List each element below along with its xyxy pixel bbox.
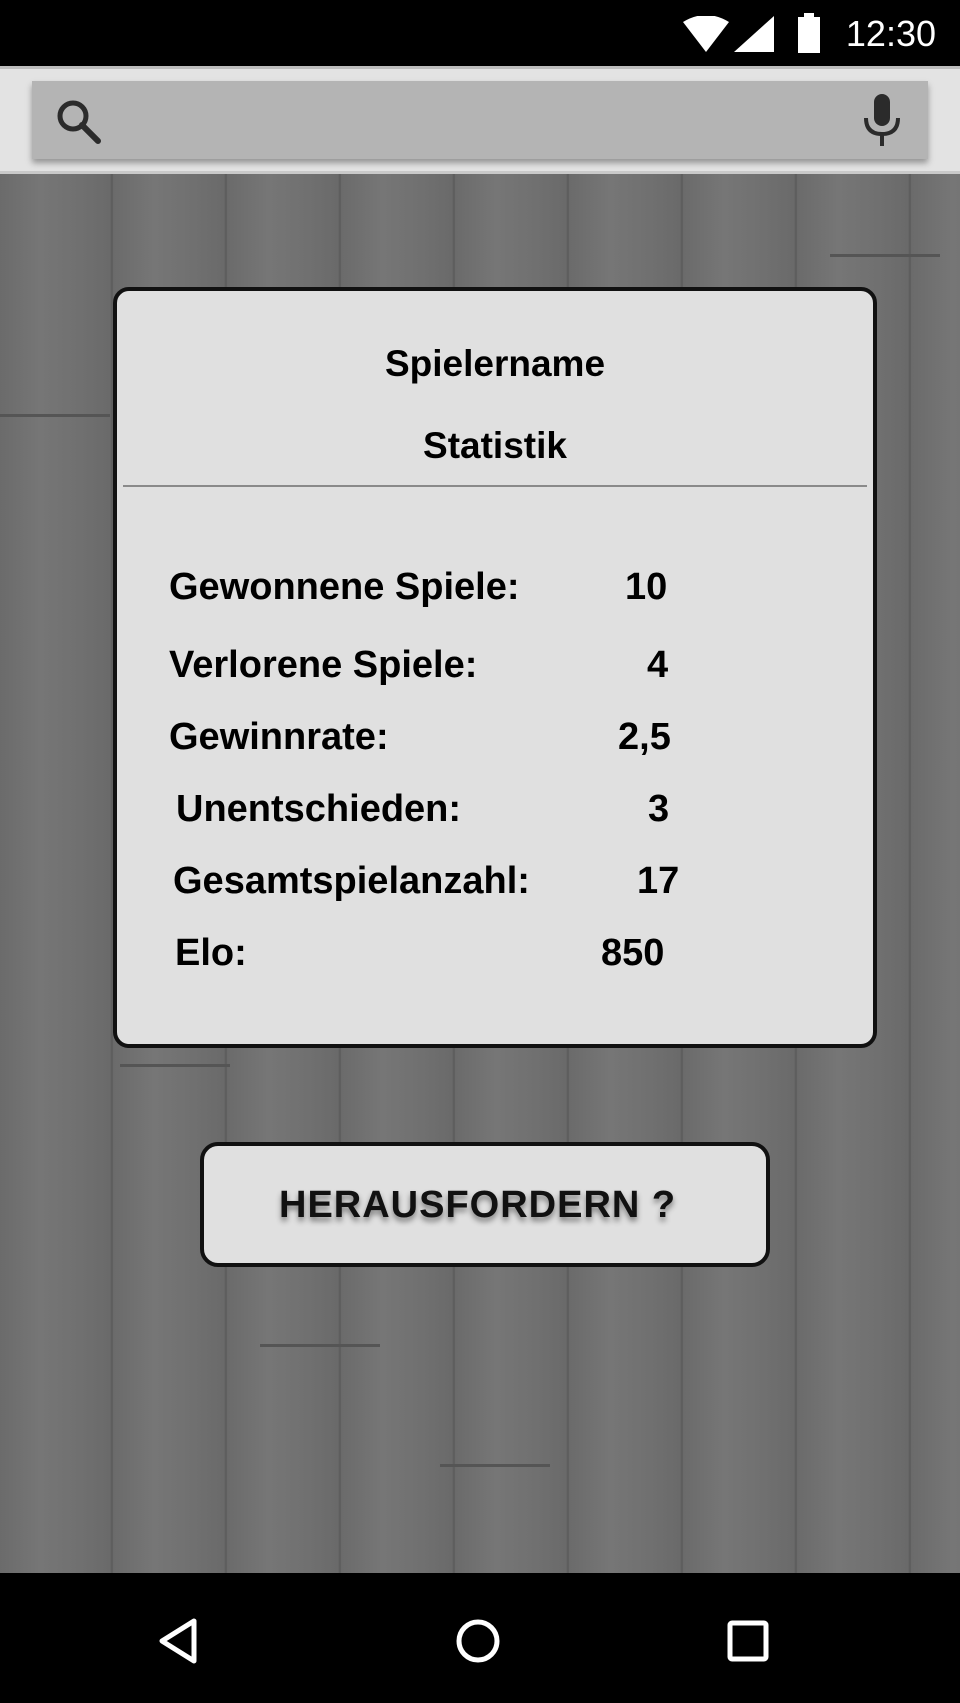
stat-label-total-games: Gesamtspielanzahl: (173, 860, 530, 902)
stat-value-losses: 4 (647, 644, 669, 686)
stat-label-wins: Gewonnene Spiele: (169, 566, 520, 608)
signal-icon (734, 16, 774, 52)
plank-seam (120, 1064, 230, 1067)
search-box[interactable] (32, 81, 928, 159)
stat-value-elo: 850 (601, 932, 665, 974)
challenge-button[interactable]: HERAUSFORDERN ? (200, 1142, 770, 1267)
battery-icon (798, 13, 820, 53)
search-bar (0, 66, 960, 174)
stat-label-losses: Verlorene Spiele: (169, 644, 478, 686)
stat-label-draws: Unentschieden: (176, 788, 462, 830)
status-time: 12:30 (845, 13, 936, 54)
stat-value-total-games: 17 (637, 860, 680, 902)
stat-label-elo: Elo: (175, 932, 247, 974)
search-icon[interactable] (54, 97, 102, 145)
plank-seam (440, 1464, 550, 1467)
home-icon[interactable] (448, 1611, 508, 1671)
plank-seam (260, 1344, 380, 1347)
search-input[interactable] (122, 91, 846, 151)
stat-value-draws: 3 (648, 788, 670, 830)
recents-icon[interactable] (718, 1611, 778, 1671)
stat-value-wins: 10 (625, 566, 668, 608)
stat-value-win-rate: 2,5 (618, 716, 671, 758)
plank-seam (830, 254, 940, 257)
plank-seam (0, 414, 110, 417)
player-stats-card: Spielername Statistik Gewonnene Spiele: … (113, 287, 877, 1048)
status-bar: 12:30 (0, 0, 960, 66)
back-icon[interactable] (150, 1611, 210, 1671)
mic-icon[interactable] (862, 94, 902, 148)
nav-bar (0, 1573, 960, 1703)
stat-label-win-rate: Gewinnrate: (169, 716, 389, 758)
player-name: Spielername (384, 343, 606, 384)
card-divider (123, 485, 867, 487)
challenge-button-label: HERAUSFORDERN ? (279, 1184, 677, 1226)
wifi-icon (683, 16, 729, 52)
stats-title: Statistik (423, 425, 567, 466)
